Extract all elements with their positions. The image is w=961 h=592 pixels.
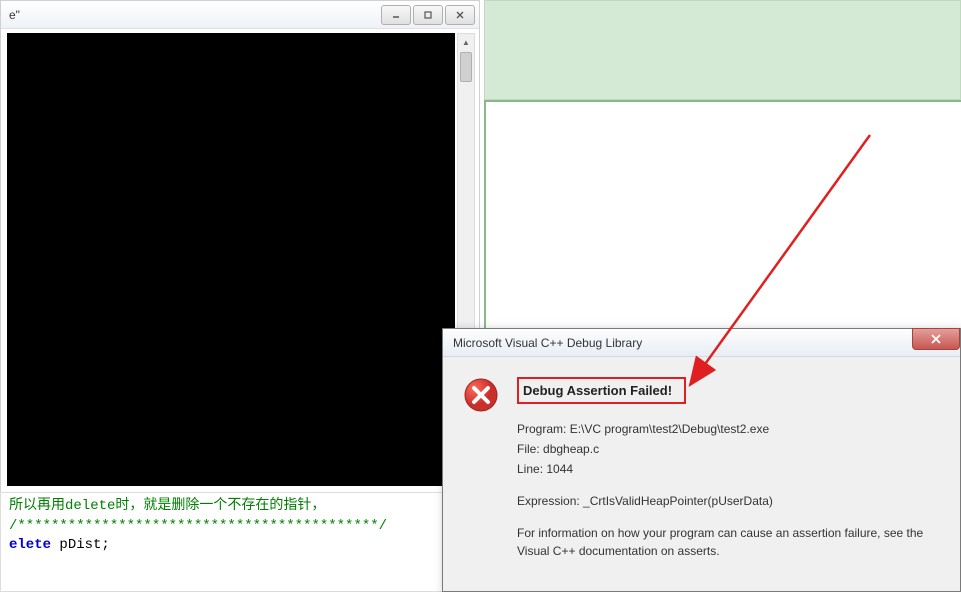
dialog-heading-highlight: Debug Assertion Failed! xyxy=(517,377,686,404)
code-line-delete: elete pDist; xyxy=(9,536,434,556)
code-line-stars: /***************************************… xyxy=(9,517,434,537)
info-line: For information on how your program can … xyxy=(517,524,940,560)
file-value: dbgheap.c xyxy=(543,442,599,456)
window-controls xyxy=(379,5,475,25)
dialog-close-button[interactable] xyxy=(912,328,960,350)
program-line: Program: E:\VC program\test2\Debug\test2… xyxy=(517,420,940,438)
assertion-dialog: Microsoft Visual C++ Debug Library xyxy=(442,328,961,592)
console-content[interactable] xyxy=(7,33,455,486)
file-label: File: xyxy=(517,442,543,456)
code-editor[interactable]: 所以再用delete时，就是删除一个不存在的指针， /*************… xyxy=(0,492,443,592)
line-label: Line: xyxy=(517,462,546,476)
expression-value: _CrtIsValidHeapPointer(pUserData) xyxy=(583,494,773,508)
close-button[interactable] xyxy=(445,5,475,25)
file-line: File: dbgheap.c xyxy=(517,440,940,458)
minimize-icon xyxy=(391,10,401,20)
maximize-icon xyxy=(423,10,433,20)
scroll-up-icon[interactable]: ▲ xyxy=(460,34,472,50)
close-icon xyxy=(455,10,465,20)
minimize-button[interactable] xyxy=(381,5,411,25)
scroll-thumb[interactable] xyxy=(460,52,472,82)
dialog-titlebar[interactable]: Microsoft Visual C++ Debug Library xyxy=(443,329,960,357)
console-window: e" ▲ ▼ xyxy=(0,0,480,495)
close-icon xyxy=(930,333,942,345)
dialog-title: Microsoft Visual C++ Debug Library xyxy=(453,336,642,350)
dialog-body: Debug Assertion Failed! Program: E:\VC p… xyxy=(443,357,960,572)
right-panel-top xyxy=(484,0,961,100)
line-value: 1044 xyxy=(546,462,573,476)
maximize-button[interactable] xyxy=(413,5,443,25)
error-icon xyxy=(463,377,499,413)
console-title: e" xyxy=(9,8,20,22)
console-titlebar: e" xyxy=(1,1,479,29)
line-number-line: Line: 1044 xyxy=(517,460,940,478)
dialog-content: Debug Assertion Failed! Program: E:\VC p… xyxy=(517,377,940,562)
program-label: Program: xyxy=(517,422,570,436)
expression-line: Expression: _CrtIsValidHeapPointer(pUser… xyxy=(517,492,940,510)
code-line-comment: 所以再用delete时，就是删除一个不存在的指针， xyxy=(9,497,434,517)
program-value: E:\VC program\test2\Debug\test2.exe xyxy=(570,422,769,436)
expression-label: Expression: xyxy=(517,494,583,508)
dialog-heading: Debug Assertion Failed! xyxy=(523,383,672,398)
